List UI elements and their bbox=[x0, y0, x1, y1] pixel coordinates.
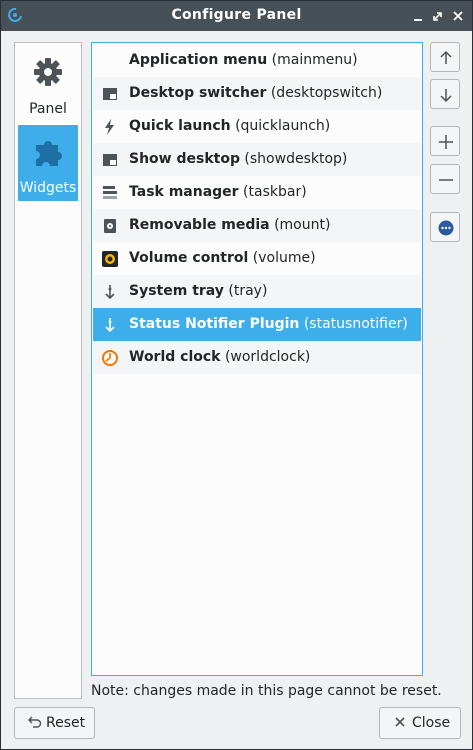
clock-icon bbox=[102, 350, 118, 366]
maximize-icon bbox=[433, 12, 442, 21]
close-icon bbox=[395, 717, 405, 727]
close-label: Close bbox=[412, 715, 451, 731]
widget-id: (desktopswitch) bbox=[270, 85, 383, 101]
widget-id: (tray) bbox=[228, 283, 268, 299]
move-up-button[interactable] bbox=[430, 42, 460, 72]
list-item[interactable]: World clock (worldclock) bbox=[93, 341, 421, 374]
puzzle-icon bbox=[36, 141, 62, 166]
list-item[interactable]: Desktop switcher (desktopswitch) bbox=[93, 77, 421, 110]
widget-id: (worldclock) bbox=[224, 349, 311, 365]
list-item[interactable]: Status Notifier Plugin (statusnotifier) bbox=[93, 308, 421, 341]
move-down-button[interactable] bbox=[430, 79, 460, 109]
window-title: Configure Panel bbox=[171, 7, 302, 23]
minimize-icon bbox=[414, 19, 422, 21]
widget-id: (quicklaunch) bbox=[235, 118, 331, 134]
widget-list[interactable]: Application menu (mainmenu) Desktop swit… bbox=[91, 42, 423, 676]
widget-name: Status Notifier Plugin bbox=[129, 316, 300, 332]
list-item[interactable]: Removable media (mount) bbox=[93, 209, 421, 242]
sidebar-item-panel[interactable]: Panel bbox=[18, 46, 78, 122]
list-item[interactable]: Show desktop (showdesktop) bbox=[93, 143, 421, 176]
list-item[interactable]: Quick launch (quicklaunch) bbox=[93, 110, 421, 143]
arrow-down-icon bbox=[440, 89, 452, 103]
more-options-icon bbox=[438, 220, 454, 236]
close-button[interactable]: Close bbox=[379, 707, 461, 739]
close-window-button[interactable] bbox=[451, 9, 465, 23]
system-tray-icon bbox=[105, 285, 115, 300]
widget-id: (taskbar) bbox=[243, 184, 307, 200]
sidebar-item-widgets[interactable]: Widgets bbox=[18, 125, 78, 201]
undo-icon bbox=[28, 716, 42, 728]
widget-id: (volume) bbox=[252, 250, 316, 266]
configure-widget-button[interactable] bbox=[430, 212, 460, 242]
widget-name: System tray bbox=[129, 283, 224, 299]
reset-button[interactable]: Reset bbox=[14, 707, 95, 739]
title-bar[interactable]: Configure Panel bbox=[1, 1, 472, 31]
lightning-icon bbox=[105, 119, 114, 135]
maximize-button[interactable] bbox=[431, 9, 445, 23]
status-notifier-icon bbox=[105, 318, 115, 333]
widget-name: Quick launch bbox=[129, 118, 231, 134]
list-item[interactable]: Application menu (mainmenu) bbox=[93, 44, 421, 77]
removable-media-icon bbox=[104, 219, 116, 233]
widget-name: World clock bbox=[129, 349, 221, 365]
plus-icon bbox=[439, 135, 453, 149]
configure-panel-window: Configure Panel Panel Widgets Applicatio… bbox=[0, 0, 473, 750]
remove-widget-button[interactable] bbox=[430, 164, 460, 194]
volume-control-icon bbox=[102, 251, 118, 267]
gear-icon bbox=[34, 58, 62, 86]
widget-id: (mount) bbox=[274, 217, 331, 233]
minus-icon bbox=[439, 179, 453, 181]
sidebar-item-label: Widgets bbox=[19, 180, 77, 196]
widget-id: (showdesktop) bbox=[244, 151, 348, 167]
reset-label: Reset bbox=[46, 715, 86, 731]
widget-name: Desktop switcher bbox=[129, 85, 267, 101]
widget-name: Application menu bbox=[129, 52, 268, 68]
desktop-switcher-icon bbox=[103, 88, 117, 100]
page-sidebar: Panel Widgets bbox=[14, 42, 82, 699]
show-desktop-icon bbox=[103, 154, 117, 166]
list-item[interactable]: Task manager (taskbar) bbox=[93, 176, 421, 209]
reset-note: Note: changes made in this page cannot b… bbox=[91, 683, 442, 699]
widget-name: Volume control bbox=[129, 250, 249, 266]
add-widget-button[interactable] bbox=[430, 126, 460, 156]
list-item[interactable]: System tray (tray) bbox=[93, 275, 421, 308]
widget-name: Show desktop bbox=[129, 151, 240, 167]
widget-id: (mainmenu) bbox=[271, 52, 358, 68]
task-manager-icon bbox=[103, 186, 117, 199]
list-item[interactable]: Volume control (volume) bbox=[93, 242, 421, 275]
arrow-up-icon bbox=[440, 50, 452, 64]
close-icon bbox=[453, 11, 463, 21]
minimize-button[interactable] bbox=[411, 9, 425, 23]
sidebar-item-label: Panel bbox=[29, 101, 67, 117]
widget-id: (statusnotifier) bbox=[303, 316, 408, 332]
widget-name: Task manager bbox=[129, 184, 239, 200]
widget-name: Removable media bbox=[129, 217, 270, 233]
